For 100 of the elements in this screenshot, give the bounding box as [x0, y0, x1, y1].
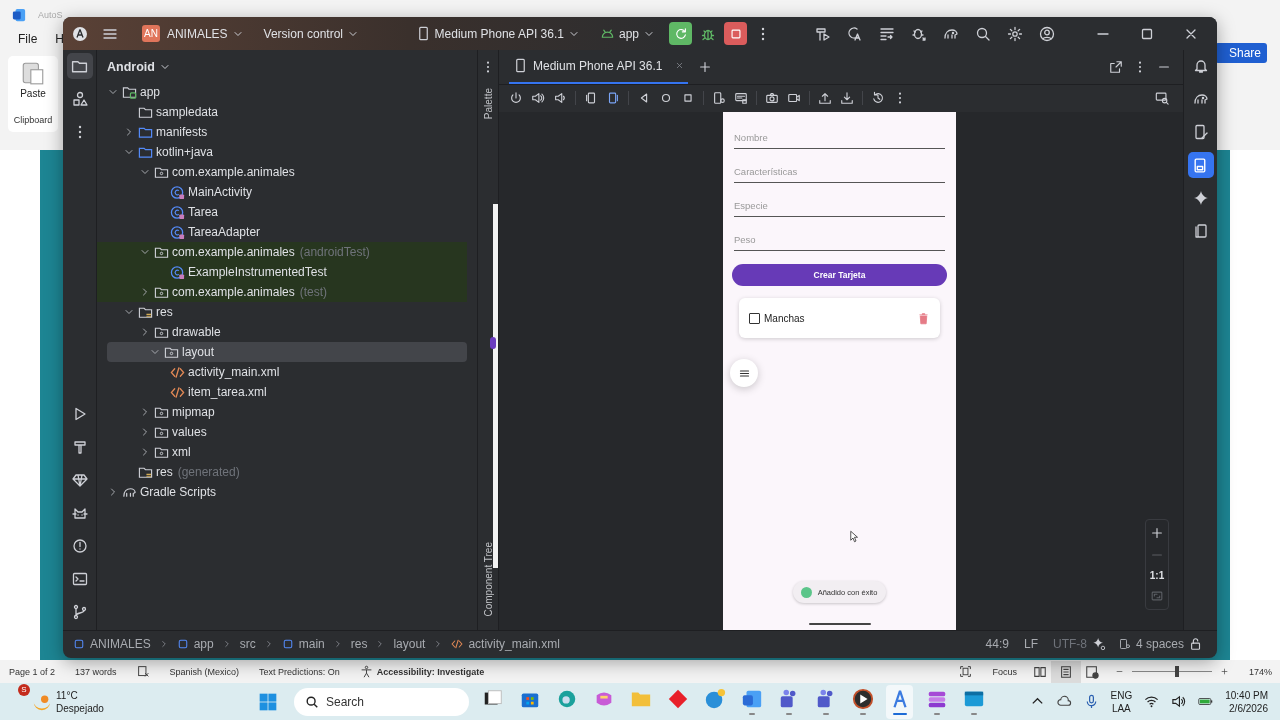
keyboard-icon[interactable]	[734, 91, 748, 106]
slider-thumb[interactable]	[1174, 666, 1179, 677]
list-icon[interactable]	[879, 25, 895, 42]
rotate-icon[interactable]	[584, 91, 598, 106]
tree-item[interactable]: MainActivity	[188, 185, 252, 199]
tree-item[interactable]: layout	[182, 345, 215, 359]
share-button[interactable]: Share	[1215, 43, 1267, 63]
tree-item[interactable]: com.example.animales	[172, 165, 295, 179]
tree-item[interactable]: values	[172, 425, 207, 439]
tree-row-highlight[interactable]: ExampleInstrumentedTest	[97, 262, 467, 282]
settings-icon[interactable]	[1007, 25, 1023, 42]
device-selector[interactable]: Medium Phone API 36.1	[434, 26, 564, 41]
breadcrumb[interactable]: activity_main.xml	[468, 636, 560, 651]
pop-out-icon[interactable]	[1109, 59, 1123, 74]
tree-item[interactable]: xml	[172, 445, 191, 459]
input-field[interactable]: Especie	[734, 194, 945, 217]
tree-item[interactable]: res	[156, 465, 173, 479]
trash-icon[interactable]	[917, 311, 930, 325]
wifi-icon[interactable]	[1144, 694, 1160, 709]
rotate-icon[interactable]	[606, 91, 620, 106]
tree-row-highlight[interactable]: com.example.animales (androidTest)	[97, 242, 467, 262]
input-field[interactable]: Características	[734, 160, 945, 183]
tree-item[interactable]: activity_main.xml	[188, 365, 280, 379]
accessibility-icon[interactable]	[359, 665, 373, 678]
sparkle-icon[interactable]	[1091, 636, 1106, 651]
branch-icon[interactable]	[71, 604, 88, 620]
tree-item[interactable]: item_tarea.xml	[188, 385, 267, 399]
indent-setting[interactable]: 4 spaces	[1135, 636, 1184, 651]
language-indicator[interactable]: ENG LAA	[1110, 688, 1133, 715]
breadcrumb[interactable]: app	[193, 636, 214, 651]
terminal-icon[interactable]	[71, 571, 88, 587]
tree-item[interactable]: drawable	[172, 325, 221, 339]
rerun-button[interactable]	[669, 22, 692, 45]
device-tab[interactable]: Medium Phone API 36.1	[509, 50, 689, 84]
search-icon[interactable]	[975, 25, 991, 42]
tree-item[interactable]: manifests	[156, 125, 208, 139]
language-status[interactable]: Spanish (Mexico)	[169, 666, 240, 677]
breadcrumb[interactable]: res	[350, 636, 368, 651]
phone-settings-icon[interactable]	[1118, 637, 1131, 650]
run-configuration[interactable]: app	[618, 26, 639, 41]
account-icon[interactable]	[1039, 25, 1055, 42]
palette-tab[interactable]: Palette	[482, 88, 494, 120]
zoom-in-icon[interactable]	[1150, 526, 1164, 540]
tree-item[interactable]: mipmap	[172, 405, 215, 419]
accessibility-status[interactable]: Accessibility: Investigate	[376, 666, 485, 677]
volume-up-icon[interactable]	[531, 91, 545, 106]
project-view-selector[interactable]: Android	[107, 60, 155, 74]
device-search-icon[interactable]	[1155, 91, 1169, 106]
actual-size-button[interactable]: 1:1	[1149, 570, 1165, 581]
breadcrumb[interactable]: src	[239, 636, 256, 651]
history-icon[interactable]	[871, 91, 885, 106]
add-icon[interactable]	[698, 59, 713, 74]
lock-icon[interactable]	[1189, 636, 1203, 651]
tree-item[interactable]: com.example.animales	[172, 245, 295, 259]
power-icon[interactable]	[509, 91, 523, 106]
focus-icon[interactable]	[959, 665, 973, 678]
tree-item[interactable]: Gradle Scripts	[140, 485, 217, 499]
tree-item[interactable]: com.example.animales	[172, 285, 295, 299]
tree-item[interactable]: kotlin+java	[156, 145, 214, 159]
devices-icon[interactable]	[1187, 152, 1214, 178]
paste-button[interactable]: Paste	[20, 86, 46, 101]
hammer-play-icon[interactable]	[815, 25, 831, 42]
zoom-level[interactable]: 174%	[1248, 666, 1272, 677]
breadcrumb[interactable]: layout	[393, 636, 426, 651]
view-button[interactable]	[1050, 660, 1081, 683]
version-control-menu[interactable]: Version control	[263, 26, 343, 41]
tree-item[interactable]: ExampleInstrumentedTest	[188, 265, 327, 279]
cloud-icon[interactable]	[1056, 694, 1072, 709]
breadcrumb[interactable]: main	[298, 636, 325, 651]
project-selector[interactable]: ANIMALES	[166, 26, 228, 41]
download-icon[interactable]	[840, 91, 854, 106]
zoom-in-icon[interactable]	[1219, 667, 1229, 676]
proofing-icon[interactable]	[136, 665, 150, 678]
shapes-icon[interactable]	[71, 91, 88, 107]
ribbon-tab[interactable]: H	[55, 32, 64, 46]
search-field[interactable]: Search	[294, 687, 469, 716]
ribbon-tab[interactable]: File	[18, 32, 38, 46]
input-field[interactable]: Nombre	[734, 126, 945, 149]
page-count[interactable]: Page 1 of 2	[9, 666, 56, 677]
line-separator[interactable]: LF	[1023, 636, 1038, 651]
create-card-button[interactable]: Crear Tarjeta	[732, 264, 947, 286]
tree-item[interactable]: res	[156, 305, 173, 319]
breadcrumb[interactable]: ANIMALES	[90, 636, 151, 651]
tree-row-highlight[interactable]: com.example.animales (test)	[97, 282, 467, 302]
diamond-icon[interactable]	[71, 472, 88, 488]
phone-settings-icon[interactable]	[712, 91, 726, 106]
translate-icon[interactable]	[847, 25, 863, 42]
volume-down-icon[interactable]	[553, 91, 567, 106]
tree-row-highlight[interactable]: layout	[107, 342, 467, 362]
upload-icon[interactable]	[818, 91, 832, 106]
focus-button[interactable]: Focus	[992, 666, 1017, 677]
menu-button[interactable]	[730, 359, 758, 387]
sparkle-icon[interactable]	[1192, 190, 1209, 206]
checkbox[interactable]	[749, 312, 760, 324]
folder-icon[interactable]	[66, 53, 93, 79]
tree-item[interactable]: sampledata	[156, 105, 219, 119]
phone-icon[interactable]	[1192, 223, 1209, 239]
alert-icon[interactable]	[71, 538, 88, 554]
phone-icon[interactable]	[1192, 124, 1209, 140]
hammer-icon[interactable]	[71, 439, 88, 455]
